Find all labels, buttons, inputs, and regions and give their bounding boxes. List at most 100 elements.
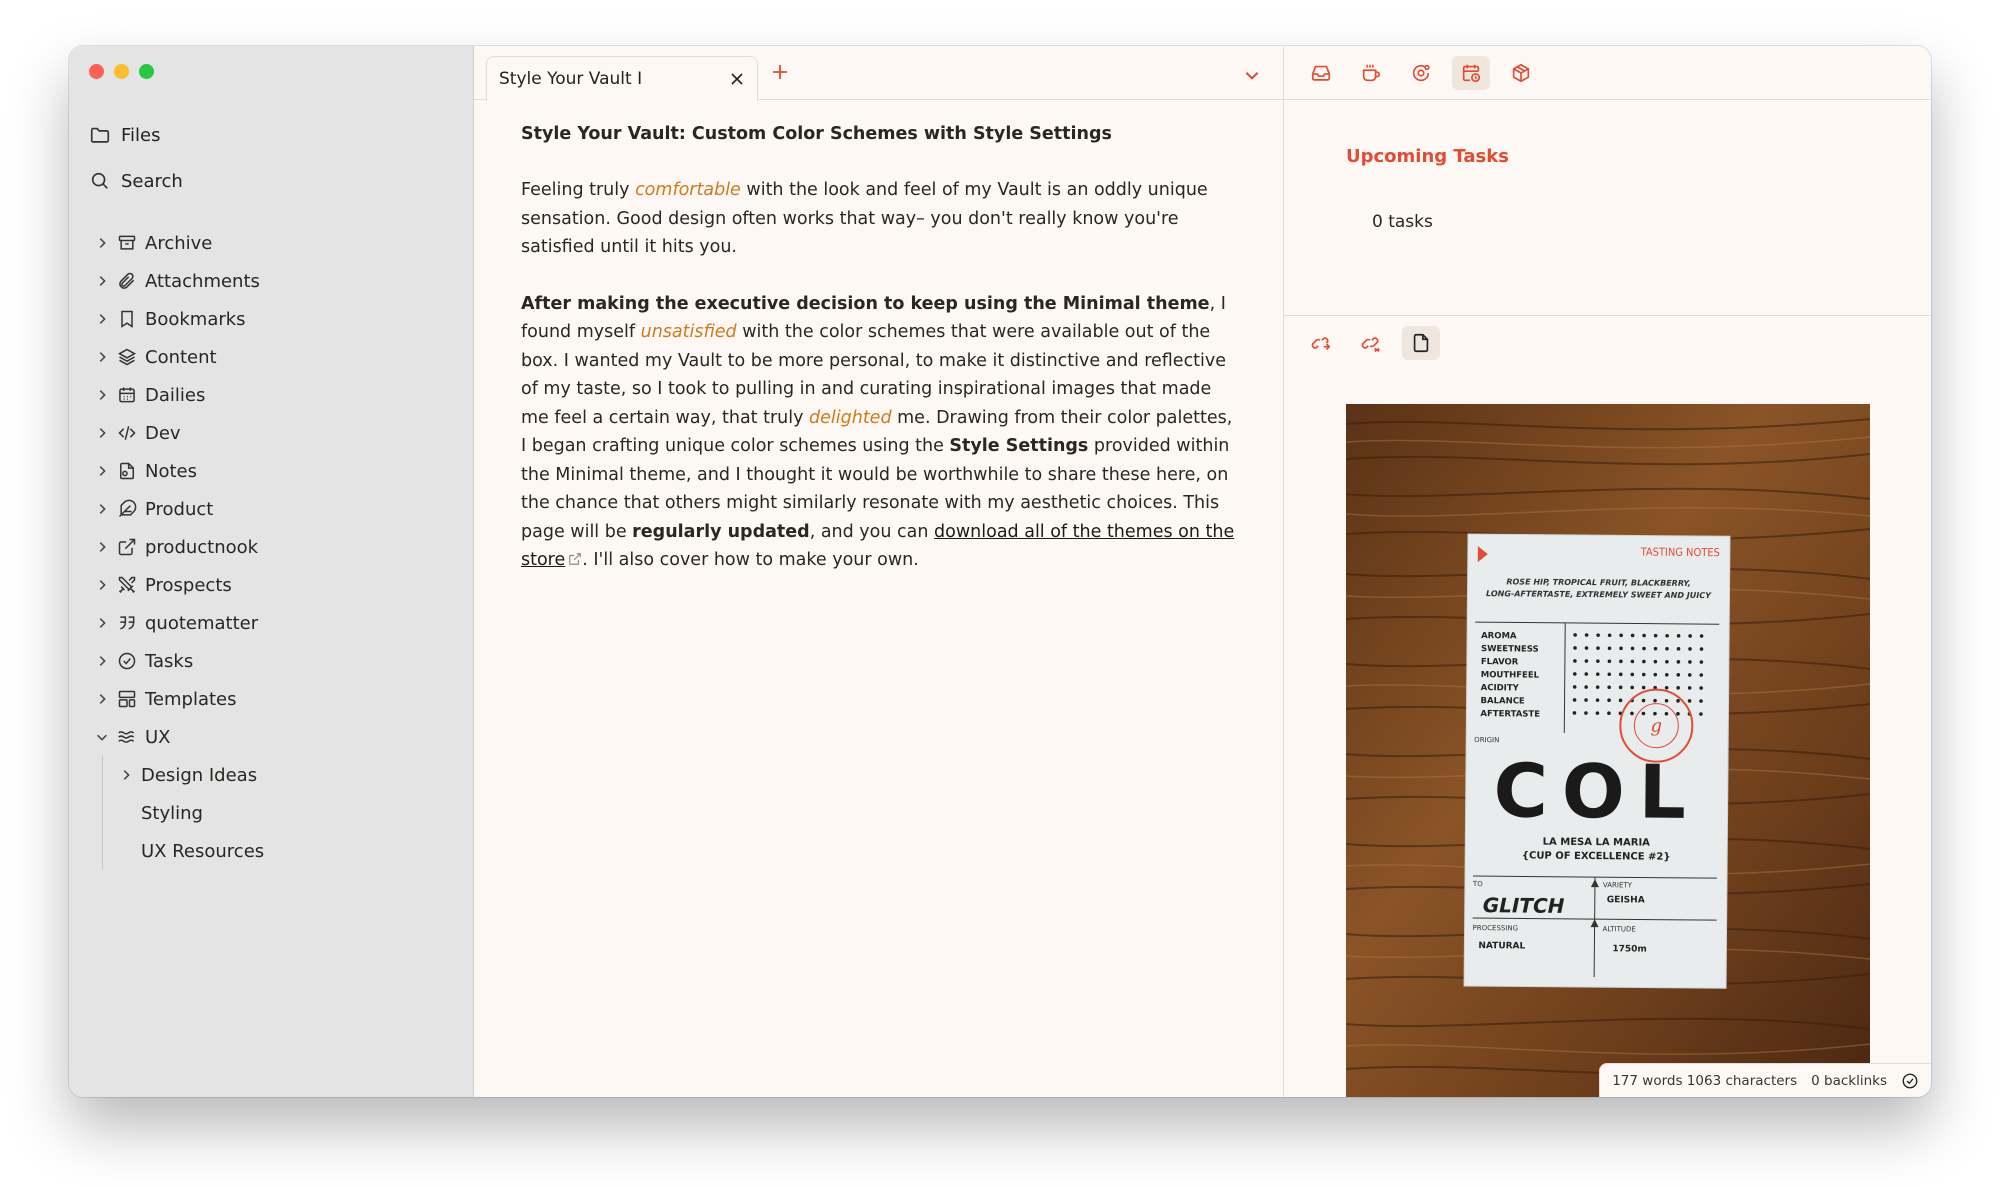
external-link-icon	[118, 538, 136, 556]
calendar-clock-icon	[1462, 64, 1481, 82]
files-nav[interactable]: Files	[89, 112, 459, 158]
rating-dot	[1572, 685, 1577, 689]
folder-label: Dailies	[145, 384, 206, 406]
app-window: Files Search Archive Attachments Bookmar…	[69, 46, 1931, 1097]
file-icon	[1413, 333, 1429, 353]
coffee-button[interactable]	[1352, 56, 1390, 90]
card-notes-line1: ROSE HIP, TROPICAL FRUIT, BLACKBERRY,	[1506, 577, 1691, 588]
rating-dot	[1642, 633, 1646, 638]
package-icon	[1512, 63, 1530, 82]
folder-ux[interactable]: UX	[93, 718, 463, 756]
folder-dev[interactable]: Dev	[93, 414, 463, 452]
search-nav[interactable]: Search	[89, 158, 459, 204]
rating-dot	[1573, 646, 1577, 650]
folder-label: UX	[145, 726, 171, 748]
plus-icon[interactable]	[770, 62, 790, 82]
calendar-clock-button[interactable]	[1452, 55, 1490, 90]
chevron-right-icon	[93, 614, 111, 632]
words-text: 177 words	[1612, 1072, 1683, 1089]
outgoing-links-button[interactable]	[1352, 326, 1390, 360]
folder-design-ideas[interactable]: Design Ideas	[117, 756, 463, 794]
card-farm1: LA MESA LA MARIA	[1543, 837, 1651, 849]
coffee-icon	[1362, 64, 1381, 81]
rating-dot	[1653, 698, 1657, 703]
layout-template-icon	[118, 690, 136, 708]
backlink-count[interactable]: 0 backlinks	[1811, 1073, 1887, 1089]
editor-pane: Style Your Vault I Style Your Vault: Cus…	[474, 46, 1284, 1097]
card-processing-label: PROCESSING	[1473, 924, 1519, 932]
rating-dot	[1699, 673, 1704, 677]
chevron-right-icon	[93, 348, 111, 366]
rating-dot	[1596, 659, 1600, 663]
card-attr: FLAVOR	[1481, 657, 1519, 667]
folder-notes[interactable]: Notes	[93, 452, 463, 490]
file-properties-button[interactable]	[1402, 326, 1440, 360]
rating-dot	[1699, 699, 1703, 703]
rating-dot	[1584, 685, 1588, 689]
rating-dot	[1653, 659, 1658, 664]
folder-prospects[interactable]: Prospects	[93, 566, 463, 604]
package-button[interactable]	[1502, 56, 1540, 90]
rating-dot	[1572, 698, 1577, 702]
rating-dot	[1618, 698, 1623, 703]
orbit-icon	[1412, 64, 1430, 81]
graph-button[interactable]	[1402, 56, 1440, 90]
chevron-down-icon[interactable]	[1243, 66, 1261, 84]
sync-check-icon[interactable]	[1901, 1072, 1919, 1090]
rating-dot	[1653, 672, 1658, 677]
note-content[interactable]: Style Your Vault: Custom Color Schemes w…	[521, 120, 1236, 603]
folder-product[interactable]: Product	[93, 490, 463, 528]
chevron-right-icon	[93, 690, 111, 708]
quote-icon	[120, 616, 135, 630]
folder-bookmarks[interactable]: Bookmarks	[93, 300, 463, 338]
folder-label: quotematter	[145, 612, 259, 634]
minimize-window-button[interactable]	[114, 64, 129, 79]
rating-dot	[1607, 698, 1611, 703]
folder-quotematter[interactable]: quotematter	[93, 604, 463, 642]
folder-archive[interactable]: Archive	[93, 224, 463, 262]
file-styling[interactable]: Styling	[117, 794, 463, 832]
rating-dot	[1619, 646, 1623, 651]
zoom-window-button[interactable]	[139, 64, 154, 79]
file-tree: Archive Attachments Bookmarks Content Da	[93, 224, 463, 870]
tasks-count: 0 tasks	[1372, 212, 1433, 232]
paperclip-icon	[119, 272, 135, 289]
bookmark-icon	[121, 310, 133, 328]
file-ux-resources[interactable]: UX Resources	[117, 832, 463, 870]
folder-label: Product	[145, 498, 214, 520]
backlinks-button[interactable]	[1302, 326, 1340, 360]
chevron-right-icon	[93, 538, 111, 556]
link-in-icon	[1311, 337, 1331, 351]
card-variety-label: VARIETY	[1603, 881, 1633, 889]
chevron-right-icon	[117, 766, 135, 784]
rating-dot	[1676, 673, 1681, 677]
rating-dot	[1642, 646, 1646, 651]
text-span: , and you can	[809, 521, 935, 542]
rating-dot	[1642, 659, 1646, 664]
rating-dot	[1653, 646, 1658, 651]
sidebar: Files Search Archive Attachments Bookmar…	[69, 46, 474, 1097]
folder-attachments[interactable]: Attachments	[93, 262, 463, 300]
search-label: Search	[121, 170, 183, 192]
folder-dailies[interactable]: Dailies	[93, 376, 463, 414]
folder-productnook[interactable]: productnook	[93, 528, 463, 566]
rating-dot	[1699, 686, 1703, 690]
folder-tasks[interactable]: Tasks	[93, 642, 463, 680]
folder-templates[interactable]: Templates	[93, 680, 463, 718]
archive-icon	[118, 235, 136, 250]
close-icon[interactable]	[729, 71, 745, 87]
rating-dot	[1595, 672, 1600, 676]
chevron-right-icon	[93, 424, 111, 442]
folder-label: Bookmarks	[145, 308, 246, 330]
close-window-button[interactable]	[89, 64, 104, 79]
rating-dot	[1665, 659, 1669, 664]
tab-style-your-vault[interactable]: Style Your Vault I	[486, 56, 758, 101]
rating-dot	[1687, 686, 1692, 690]
rating-dot	[1665, 646, 1669, 651]
folder-content[interactable]: Content	[93, 338, 463, 376]
inbox-button[interactable]	[1302, 56, 1340, 90]
bold-text: Style Settings	[949, 436, 1089, 456]
rating-dot	[1630, 711, 1634, 716]
folder-label: Design Ideas	[141, 764, 258, 786]
rating-dot	[1595, 698, 1600, 702]
